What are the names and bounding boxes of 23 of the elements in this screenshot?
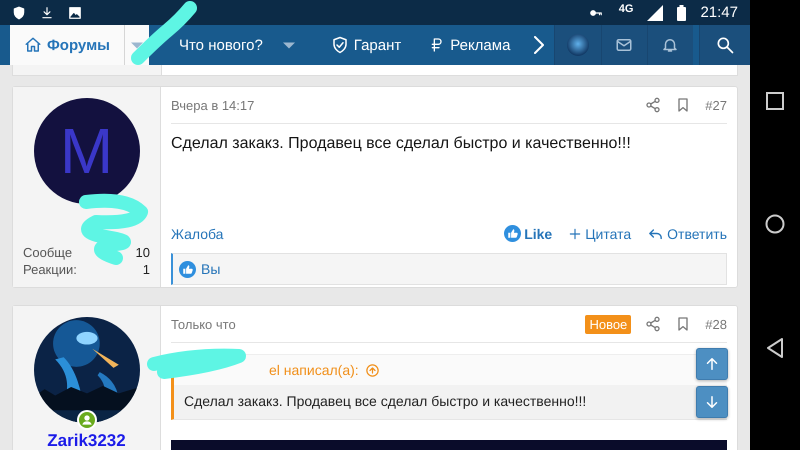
nav-tab[interactable]: Форумы [10,25,124,65]
post-text: Сделал закакз. Продавец все сделал быстро и качественно!!! [171,134,632,153]
network-type: 4G [618,3,634,15]
stat-label: Сообще [23,244,72,261]
username[interactable]: Zarik3232 [47,431,126,450]
nav-tab[interactable]: Гарант [300,25,416,65]
nav-tab[interactable]: Реклама [415,25,524,65]
nav-tab[interactable]: Что нового? [148,25,277,65]
quote-text: Сделал закакз. Продавец все сделал быстро и качественно!!! [184,393,586,409]
post-time[interactable]: Вчера в 14:17 [171,98,254,112]
like-button[interactable]: Like [504,225,552,242]
new-badge: Новое [585,314,632,334]
reply-button[interactable]: Ответить [647,225,727,242]
stat-value: 1 [142,261,150,278]
post-time[interactable]: Только что [171,316,236,332]
post-number[interactable]: #27 [705,98,727,112]
post-number[interactable]: #28 [705,316,727,332]
clock: 21:47 [700,4,738,21]
quote-button[interactable]: Цитата [568,226,632,242]
stat-value: 10 [136,244,150,261]
reactions-bar[interactable]: Вы [171,253,727,285]
stat-label: Реакции: [23,261,77,278]
report-link[interactable]: Жалоба [171,226,224,242]
